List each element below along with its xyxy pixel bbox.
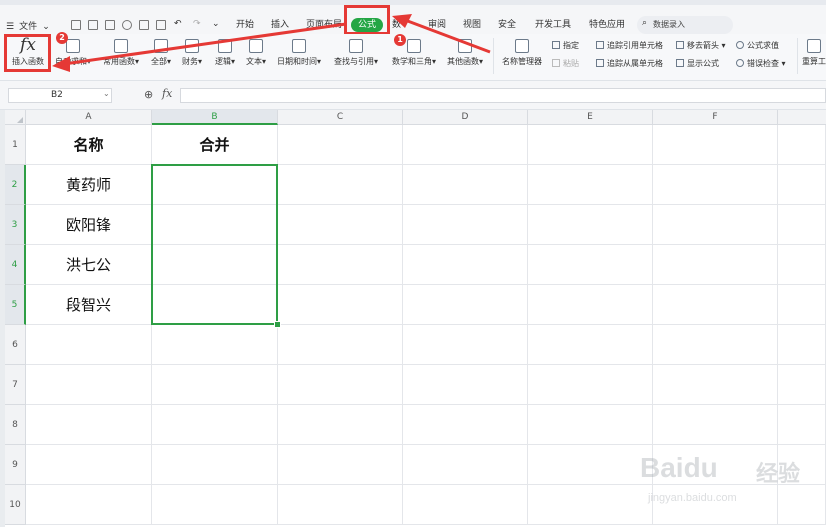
watermark-url: jingyan.baidu.com (648, 492, 737, 504)
step-badge-1: 1 (394, 34, 406, 46)
baidu-watermark: Baidu 经验 jingyan.baidu.com (640, 452, 820, 512)
watermark-brand: Baidu (640, 452, 718, 483)
annotation-arrows (52, 14, 491, 72)
watermark-brand-cn: 经验 (756, 461, 801, 486)
arrow-to-formulas-tab (404, 18, 491, 54)
arrow-head-2 (52, 56, 70, 72)
step-badge-2: 2 (56, 32, 68, 44)
arrow-to-insert-function (63, 22, 347, 66)
